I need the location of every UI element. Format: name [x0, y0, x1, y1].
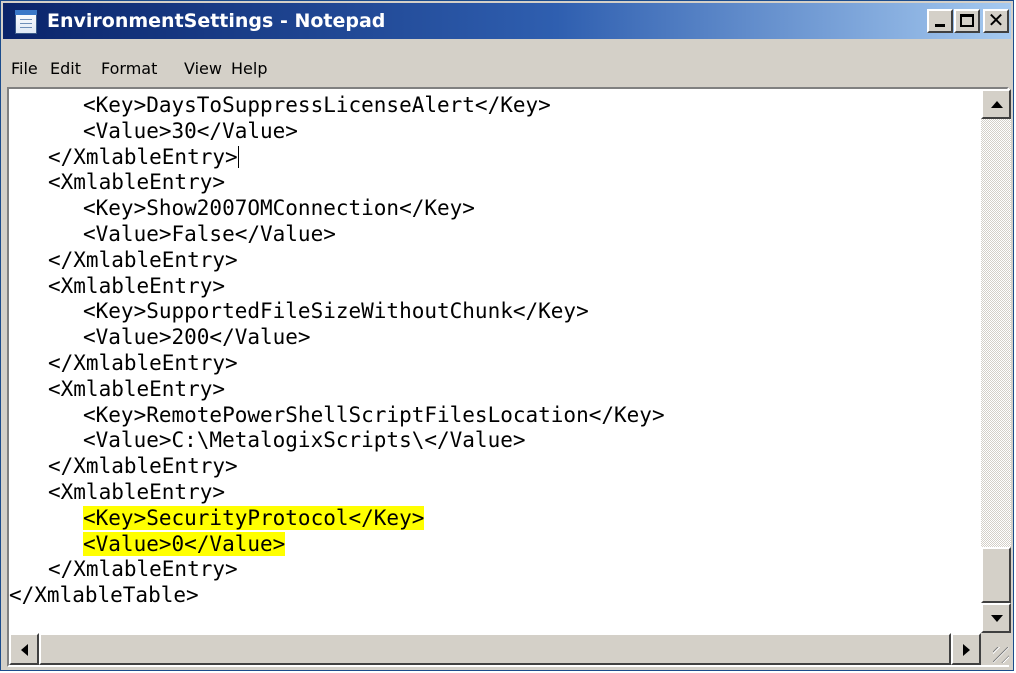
arrow-down-icon	[991, 615, 1003, 622]
notepad-window: EnvironmentSettings - Notepad ✕ File Edi…	[0, 0, 1014, 671]
scroll-up-button[interactable]	[981, 89, 1011, 119]
maximize-icon	[960, 14, 974, 27]
highlighted-text: <Value>0</Value>	[83, 531, 286, 556]
scroll-right-button[interactable]	[951, 633, 981, 665]
text-editor[interactable]: <Key>DaysToSuppressLicenseAlert</Key> <V…	[9, 89, 981, 633]
notepad-icon[interactable]	[15, 10, 37, 34]
horizontal-scrollbar[interactable]	[9, 633, 981, 665]
highlighted-text: <Key>SecurityProtocol</Key>	[83, 505, 425, 530]
text-line: </XmlableEntry>	[48, 144, 239, 169]
maximize-button[interactable]	[954, 9, 980, 33]
window-title: EnvironmentSettings - Notepad	[47, 10, 386, 32]
menu-view[interactable]: View	[184, 59, 222, 78]
text-line: </XmlableEntry>	[48, 557, 238, 582]
menu-help[interactable]: Help	[231, 59, 267, 78]
close-button[interactable]: ✕	[983, 8, 1009, 33]
text-line: <Key>DaysToSuppressLicenseAlert</Key>	[83, 93, 551, 117]
text-line: <Value>C:\MetalogixScripts\</Value>	[83, 428, 526, 453]
text-line: </XmlableTable>	[9, 583, 199, 608]
text-line-highlighted: <Value>0</Value>	[9, 531, 665, 558]
scroll-down-button[interactable]	[981, 603, 1011, 633]
minimize-icon	[935, 24, 945, 27]
size-grip[interactable]	[981, 633, 1011, 665]
arrow-right-icon	[963, 644, 970, 656]
text-line: <XmlableEntry>	[48, 170, 226, 195]
menu-format[interactable]: Format	[101, 59, 157, 78]
text-line: </XmlableEntry>	[48, 350, 238, 375]
text-line: </XmlableEntry>	[48, 247, 238, 272]
text-line-highlighted: <Key>SecurityProtocol</Key>	[9, 505, 665, 532]
text-line: <XmlableEntry>	[48, 479, 226, 504]
title-bar[interactable]: EnvironmentSettings - Notepad ✕	[3, 3, 1011, 39]
text-line: <XmlableEntry>	[48, 376, 226, 401]
text-line: <Value>False</Value>	[83, 221, 336, 246]
text-line: <Key>SupportedFileSizeWithoutChunk</Key>	[83, 299, 589, 324]
text-line: <Key>Show2007OMConnection</Key>	[83, 196, 475, 221]
text-line: <Value>30</Value>	[83, 118, 298, 143]
menu-bar: File Edit Format View Help	[3, 41, 1011, 81]
text-lines: <Key>DaysToSuppressLicenseAlert</Key> <V…	[9, 93, 665, 609]
menu-file[interactable]: File	[11, 59, 38, 78]
text-line: <Key>RemotePowerShellScriptFilesLocation…	[83, 402, 665, 427]
resize-grip-icon	[993, 647, 1009, 663]
arrow-up-icon	[991, 101, 1003, 108]
text-line: <XmlableEntry>	[48, 273, 226, 298]
text-caret	[237, 145, 239, 168]
horizontal-scroll-thumb[interactable]	[39, 633, 951, 665]
arrow-left-icon	[21, 644, 28, 656]
editor-frame: <Key>DaysToSuppressLicenseAlert</Key> <V…	[7, 87, 1011, 667]
scroll-left-button[interactable]	[9, 633, 39, 665]
close-icon: ✕	[987, 8, 1005, 32]
menu-edit[interactable]: Edit	[50, 59, 81, 78]
vertical-scrollbar[interactable]	[981, 89, 1011, 633]
text-line: <Value>200</Value>	[83, 325, 311, 350]
vertical-scroll-thumb[interactable]	[981, 547, 1011, 603]
minimize-button[interactable]	[927, 9, 953, 33]
text-line: </XmlableEntry>	[48, 454, 238, 479]
